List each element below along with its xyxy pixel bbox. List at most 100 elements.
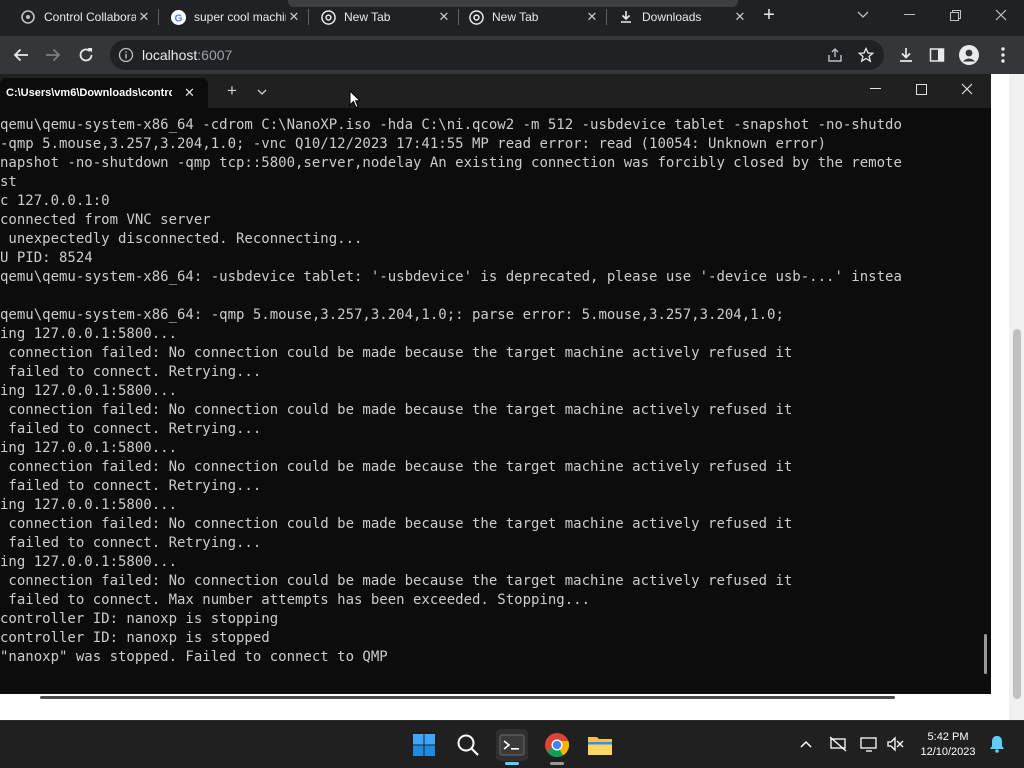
browser-tab-super-cool[interactable]: G super cool machine ✕ [158, 2, 308, 32]
address-url: localhost:6007 [142, 47, 232, 63]
tab-close-icon[interactable]: ✕ [732, 9, 748, 25]
page-scrollbar[interactable] [1009, 74, 1024, 720]
restore-icon[interactable] [932, 4, 978, 26]
terminal-line: st [0, 174, 17, 190]
address-bar[interactable]: localhost:6007 [110, 40, 884, 70]
terminal-new-tab-button[interactable]: + [220, 82, 244, 102]
chrome-running-indicator [550, 762, 564, 765]
back-arrow-icon[interactable] [6, 40, 36, 70]
terminal-horizontal-scrollbar[interactable] [40, 696, 895, 699]
browser-tab-control-collab[interactable]: Control Collaboration ✕ [0, 2, 158, 32]
terminal-line: connection failed: No connection could b… [0, 345, 793, 361]
terminal-line: failed to connect. Retrying... [0, 478, 262, 494]
terminal-line: "nanoxp" was stopped. Failed to connect … [0, 649, 388, 665]
terminal-line: napshot -no-shutdown -qmp tcp::5800,serv… [0, 155, 902, 171]
reload-icon[interactable] [71, 40, 101, 70]
tray-overflow-chevron-icon[interactable] [795, 733, 817, 755]
clock-date: 12/10/2023 [920, 746, 976, 758]
terminal-line: connected from VNC server [0, 212, 211, 228]
terminal-line: ing 127.0.0.1:5800... [0, 440, 178, 456]
tab-close-icon[interactable]: ✕ [436, 9, 452, 25]
site-info-icon[interactable] [118, 47, 134, 68]
terminal-line: ing 127.0.0.1:5800... [0, 383, 178, 399]
windows-start-icon[interactable] [408, 729, 440, 761]
terminal-dropdown-chevron-icon[interactable] [250, 82, 274, 102]
terminal-line: controller ID: nanoxp is stopped [0, 630, 270, 646]
download-icon [618, 9, 634, 25]
url-port: :6007 [197, 47, 233, 63]
tab-search-chevron-icon[interactable] [840, 4, 886, 26]
control-collab-favicon [20, 9, 36, 25]
new-tab-button[interactable]: + [754, 4, 784, 26]
terminal-line: qemu\qemu-system-x86_64 -cdrom C:\NanoXP… [0, 117, 902, 133]
close-window-icon[interactable] [978, 4, 1024, 26]
browser-tab-new-tab-2[interactable]: New Tab ✕ [458, 2, 606, 32]
windows-taskbar: 5:42 PM 12/10/2023 [0, 720, 1024, 768]
terminal-close-icon[interactable] [944, 74, 990, 104]
terminal-line: connection failed: No connection could b… [0, 402, 793, 418]
terminal-line: unexpectedly disconnected. Reconnecting.… [0, 231, 363, 247]
chrome-icon [468, 9, 484, 25]
terminal-line: connection failed: No connection could b… [0, 459, 793, 475]
terminal-line: -qmp 5.mouse,3.257,3.204,1.0; -vnc Q10/1… [0, 136, 827, 152]
terminal-app-icon[interactable] [496, 729, 528, 761]
terminal-line: qemu\qemu-system-x86_64: -qmp 5.mouse,3.… [0, 307, 784, 323]
display-icon[interactable] [858, 733, 880, 755]
browser-tab-downloads[interactable]: Downloads ✕ [606, 2, 754, 32]
downloads-icon[interactable] [891, 40, 921, 70]
svg-text:G: G [174, 13, 182, 24]
tab-label: Control Collaboration [44, 10, 136, 24]
kebab-menu-icon[interactable] [988, 40, 1018, 70]
terminal-line: ing 127.0.0.1:5800... [0, 554, 178, 570]
tab-label: New Tab [344, 10, 391, 24]
terminal-line: connection failed: No connection could b… [0, 573, 793, 589]
terminal-line: failed to connect. Retrying... [0, 364, 262, 380]
chrome-icon [320, 9, 336, 25]
terminal-line: ing 127.0.0.1:5800... [0, 326, 178, 342]
mouse-cursor-icon [349, 89, 362, 114]
taskbar-clock[interactable]: 5:42 PM 12/10/2023 [912, 730, 984, 760]
terminal-titlebar[interactable]: C:\Users\vm6\Downloads\control ✕ + [0, 74, 991, 108]
tab-label: super cool machine [194, 10, 286, 24]
network-disconnected-icon[interactable] [827, 733, 849, 755]
terminal-line: failed to connect. Max number attempts h… [0, 592, 591, 608]
terminal-tab[interactable]: C:\Users\vm6\Downloads\control ✕ [0, 78, 208, 108]
terminal-tab-title: C:\Users\vm6\Downloads\control [6, 87, 172, 99]
terminal-maximize-icon[interactable] [898, 74, 944, 104]
tab-label: Downloads [642, 10, 702, 24]
terminal-minimize-icon[interactable] [852, 74, 898, 104]
chrome-app-icon[interactable] [541, 729, 573, 761]
google-icon: G [170, 9, 186, 25]
file-explorer-icon[interactable] [584, 729, 616, 761]
terminal-line: controller ID: nanoxp is stopping [0, 611, 279, 627]
terminal-active-indicator [505, 762, 519, 765]
terminal-output[interactable]: qemu\qemu-system-x86_64 -cdrom C:\NanoXP… [0, 116, 984, 676]
terminal-line: failed to connect. Retrying... [0, 535, 262, 551]
forward-arrow-icon[interactable] [38, 40, 68, 70]
terminal-line: c 127.0.0.1:0 [0, 193, 110, 209]
notification-bell-icon[interactable] [986, 733, 1008, 755]
tab-label: New Tab [492, 10, 539, 24]
terminal-scrollbar-thumb[interactable] [984, 634, 987, 674]
terminal-tab-close-icon[interactable]: ✕ [184, 85, 195, 101]
bookmark-star-icon[interactable] [851, 40, 881, 70]
share-icon[interactable] [820, 40, 850, 70]
page-scrollbar-thumb[interactable] [1013, 329, 1021, 699]
terminal-line: U PID: 8524 [0, 250, 93, 266]
terminal-line: failed to connect. Retrying... [0, 421, 262, 437]
terminal-line: qemu\qemu-system-x86_64: -usbdevice tabl… [0, 269, 902, 285]
minimize-icon[interactable] [886, 4, 932, 26]
clock-time: 5:42 PM [927, 731, 969, 743]
search-icon[interactable] [452, 729, 484, 761]
volume-muted-icon[interactable] [884, 733, 906, 755]
side-panel-icon[interactable] [922, 40, 952, 70]
browser-toolbar: localhost:6007 [0, 36, 1024, 74]
tab-close-icon[interactable]: ✕ [136, 9, 152, 25]
profile-avatar-icon[interactable] [954, 40, 984, 70]
terminal-window: C:\Users\vm6\Downloads\control ✕ + qemu\… [0, 74, 991, 699]
tab-close-icon[interactable]: ✕ [286, 9, 302, 25]
browser-tab-new-tab-1[interactable]: New Tab ✕ [308, 2, 458, 32]
terminal-line: ing 127.0.0.1:5800... [0, 497, 178, 513]
tab-close-icon[interactable]: ✕ [584, 9, 600, 25]
